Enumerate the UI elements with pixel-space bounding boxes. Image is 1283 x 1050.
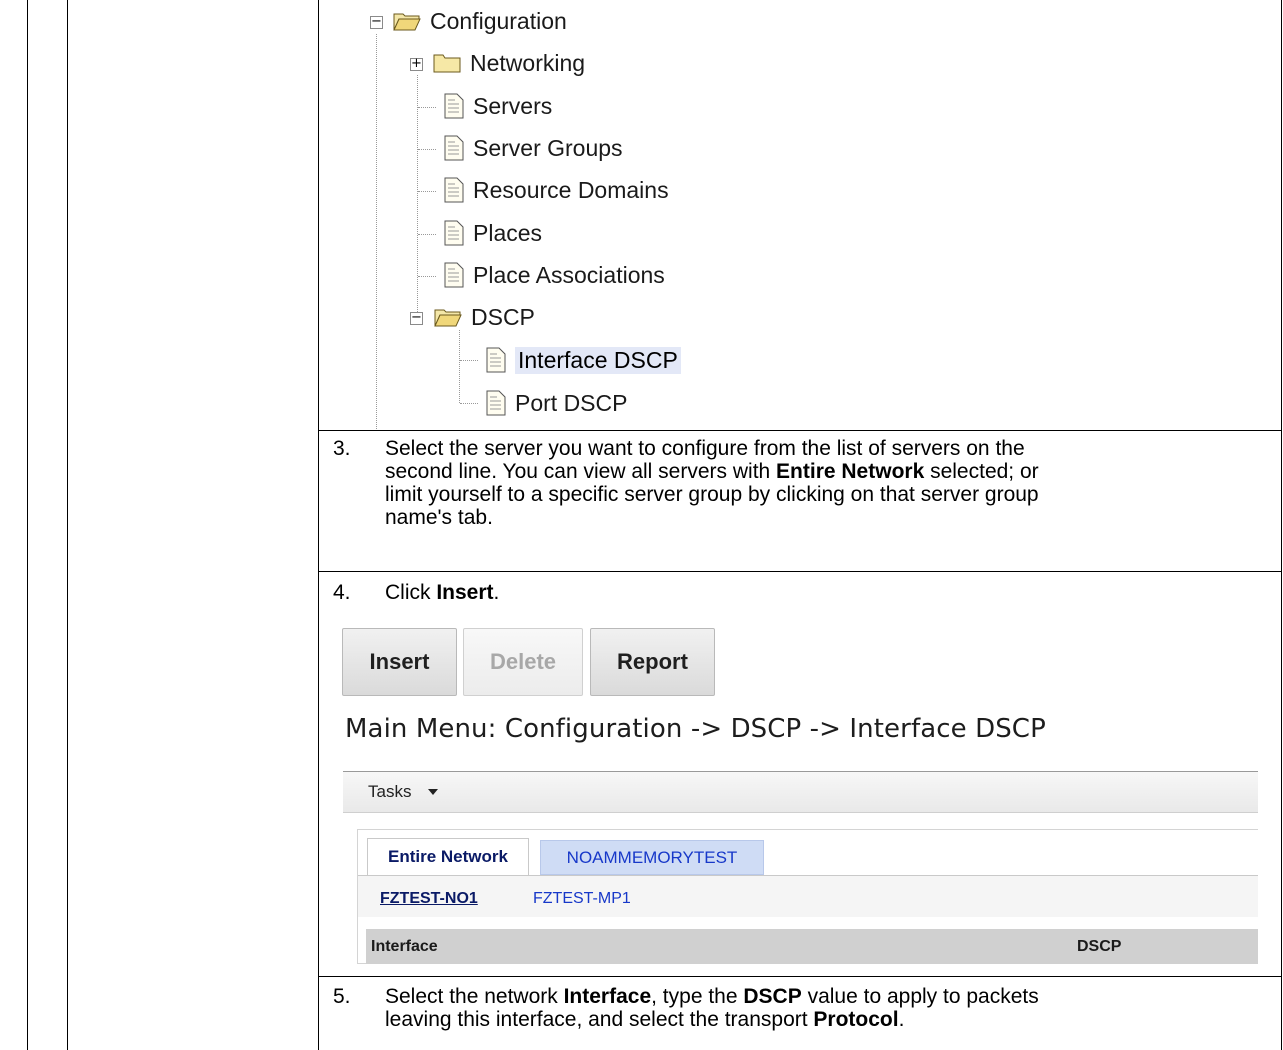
expand-networking-toggle[interactable]: + <box>410 57 423 71</box>
collapse-dscp-toggle[interactable]: − <box>410 311 423 325</box>
table-header: Interface DSCP <box>366 929 1258 964</box>
table-border-col1 <box>67 0 68 1050</box>
step-line: limit yourself to a specific server grou… <box>385 483 1039 506</box>
table-row-divider-1 <box>318 430 1282 431</box>
tab-server-group[interactable]: NOAMMEMORYTEST <box>540 840 764 875</box>
open-folder-icon <box>433 306 463 328</box>
tree-label: Networking <box>470 49 586 76</box>
tree-label-selected: Interface DSCP <box>515 346 681 374</box>
tree-label: Servers <box>473 92 553 119</box>
tree-item-servers[interactable]: Servers <box>443 91 552 121</box>
step-4: 4. Click Insert. <box>333 581 1273 607</box>
document-icon <box>443 220 465 246</box>
step-number: 3. <box>333 437 351 460</box>
step-text: Select the network Interface, type the D… <box>385 985 1039 1031</box>
step-line: Select the server you want to configure … <box>385 437 1025 460</box>
delete-button[interactable]: Delete <box>463 628 583 696</box>
table-row-divider-2 <box>318 571 1282 572</box>
collapse-configuration-toggle[interactable]: − <box>370 15 383 29</box>
tree-label: Place Associations <box>473 261 665 288</box>
tab-entire-network[interactable]: Entire Network <box>367 838 529 875</box>
document-icon <box>443 177 465 203</box>
tree-label: Resource Domains <box>473 176 669 203</box>
tree-label: DSCP <box>471 303 535 330</box>
page-breadcrumb: Main Menu: Configuration -> DSCP -> Inte… <box>345 714 1046 744</box>
document-icon <box>443 262 465 288</box>
open-folder-icon <box>392 10 422 32</box>
tree-item-port-dscp[interactable]: Port DSCP <box>485 388 627 418</box>
step-number: 4. <box>333 581 351 604</box>
tree-item-server-groups[interactable]: Server Groups <box>443 133 623 163</box>
document-icon <box>443 93 465 119</box>
table-border-left <box>27 0 28 1050</box>
document-icon <box>485 390 507 416</box>
step-number: 5. <box>333 985 351 1008</box>
server-tabs-row <box>358 875 1258 917</box>
tree-item-place-associations[interactable]: Place Associations <box>443 260 665 290</box>
tree-label: Server Groups <box>473 134 623 161</box>
step-3: 3. Select the server you want to configu… <box>333 437 1273 537</box>
tree-label: Port DSCP <box>515 389 628 416</box>
tasks-menu[interactable]: Tasks <box>368 782 411 802</box>
step-line: name's tab. <box>385 506 493 529</box>
tree-item-interface-dscp[interactable]: Interface DSCP <box>485 345 681 375</box>
step-text: Select the server you want to configure … <box>385 437 1039 529</box>
report-button[interactable]: Report <box>590 628 715 696</box>
table-row-divider-3 <box>318 976 1282 977</box>
tree-label: Places <box>473 219 543 246</box>
chevron-down-icon[interactable] <box>428 789 438 795</box>
column-header-dscp[interactable]: DSCP <box>1077 938 1121 956</box>
tree-item-networking[interactable]: Networking <box>432 48 585 78</box>
folder-icon <box>432 52 462 74</box>
tasks-toolbar: Tasks <box>343 771 1258 813</box>
server-tab-fztest-mp1[interactable]: FZTEST-MP1 <box>533 890 631 908</box>
table-border-right <box>1281 0 1282 1050</box>
column-header-interface[interactable]: Interface <box>371 938 438 956</box>
document-icon <box>485 347 507 373</box>
step-line: Select the network Interface, type the D… <box>385 985 1039 1008</box>
step-line: second line. You can view all servers wi… <box>385 460 1039 483</box>
tree-item-resource-domains[interactable]: Resource Domains <box>443 175 669 205</box>
table-border-col2 <box>318 0 319 1050</box>
tree-label: Configuration <box>430 7 567 34</box>
tree-item-dscp[interactable]: DSCP <box>433 302 535 332</box>
step-5: 5. Select the network Interface, type th… <box>333 985 1273 1040</box>
tree-item-configuration[interactable]: Configuration <box>392 6 567 36</box>
server-tab-fztest-no1[interactable]: FZTEST-NO1 <box>380 890 478 908</box>
step-line: leaving this interface, and select the t… <box>385 1008 905 1031</box>
document-icon <box>443 135 465 161</box>
tree-item-places[interactable]: Places <box>443 218 542 248</box>
insert-button[interactable]: Insert <box>342 628 457 696</box>
step-text: Click Insert. <box>385 581 500 604</box>
